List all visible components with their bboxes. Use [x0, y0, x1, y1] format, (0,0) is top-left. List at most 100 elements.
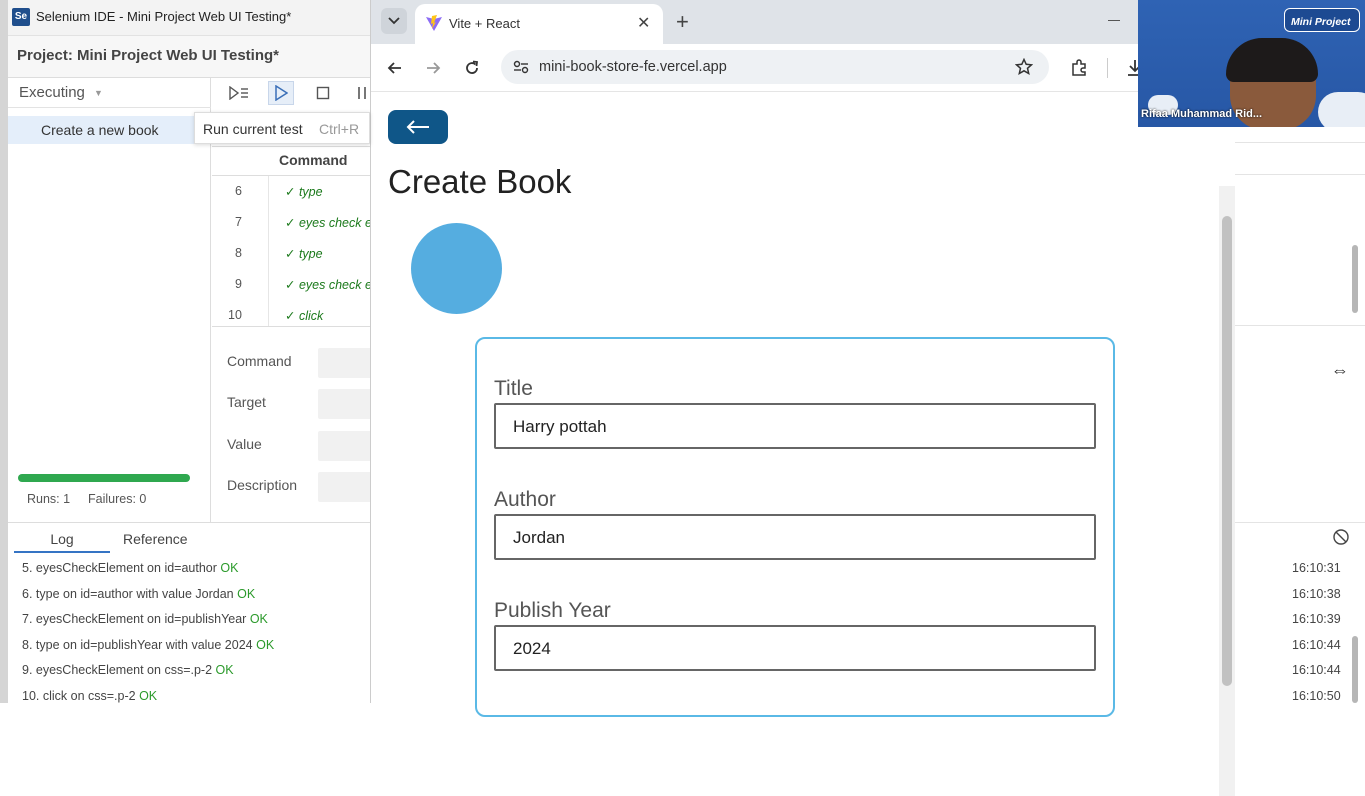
badge-text: Mini Project	[1291, 16, 1351, 28]
chevron-down-icon[interactable]: ▼	[94, 88, 103, 98]
value-field-label: Value	[227, 436, 262, 452]
clear-log-button[interactable]	[1332, 528, 1350, 551]
back-nav-button[interactable]	[383, 56, 407, 80]
value-field[interactable]	[318, 431, 378, 461]
tooltip-text: Run current test	[203, 121, 303, 137]
publish-year-input[interactable]: 2024	[494, 625, 1096, 671]
scrollbar[interactable]	[1352, 245, 1358, 313]
test-item-create-book[interactable]: Create a new book	[8, 116, 211, 144]
run-all-tests-button[interactable]	[226, 81, 252, 105]
log-timestamp: 16:10:31	[1292, 561, 1341, 575]
divider	[1235, 522, 1365, 523]
tab-reference[interactable]: Reference	[123, 531, 188, 547]
page-scrollbar[interactable]	[1219, 186, 1235, 796]
video-call-tile: Mini Project Rifaa Muhammad Rid...	[1138, 0, 1365, 127]
command-field[interactable]	[318, 348, 378, 378]
log-text: 8. type on id=publishYear with value 202…	[22, 638, 253, 652]
tab-log[interactable]: Log	[14, 523, 110, 553]
selenium-ide-window: Se Selenium IDE - Mini Project Web UI Te…	[0, 0, 378, 703]
log-status: OK	[237, 587, 256, 601]
log-entry: 6. type on id=author with value Jordan O…	[22, 587, 255, 601]
log-text: 7. eyesCheckElement on id=publishYear	[22, 612, 247, 626]
log-timestamp: 16:10:39	[1292, 612, 1341, 626]
divider	[1235, 174, 1365, 175]
play-icon	[275, 85, 288, 101]
spinner-circle	[411, 223, 502, 314]
log-text: 6. type on id=author with value Jordan	[22, 587, 234, 601]
log-entry: 7. eyesCheckElement on id=publishYear OK	[22, 612, 268, 626]
back-button[interactable]	[388, 110, 448, 144]
command-row[interactable]: 7 ✓ eyes check el	[212, 207, 375, 238]
command-text: ✓ type	[285, 185, 323, 199]
command-row[interactable]: 8 ✓ type	[212, 238, 372, 269]
command-text: ✓ type	[285, 247, 323, 261]
command-number: 7	[235, 215, 242, 229]
mini-project-badge: Mini Project	[1284, 8, 1360, 32]
run-tooltip: Run current test Ctrl+R	[194, 112, 370, 144]
puzzle-icon	[1072, 59, 1086, 76]
failures-count: Failures: 0	[88, 492, 147, 506]
divider	[8, 107, 211, 108]
forward-nav-button[interactable]	[421, 56, 445, 80]
description-field-label: Description	[227, 477, 298, 493]
command-number: 8	[235, 246, 242, 260]
scrollbar[interactable]	[1352, 636, 1358, 703]
command-number: 6	[235, 184, 242, 198]
stop-button[interactable]	[310, 81, 336, 105]
command-table: Command 6 ✓ type 7 ✓ eyes check el 8 ✓ t…	[212, 146, 375, 327]
project-name: Project: Mini Project Web UI Testing*	[17, 47, 279, 64]
minimize-icon[interactable]	[1108, 20, 1120, 21]
log-timestamp: 16:10:44	[1292, 663, 1341, 677]
title-input[interactable]: Harry pottah	[494, 403, 1096, 449]
run-current-test-button[interactable]	[268, 81, 294, 105]
pause-icon	[358, 87, 366, 99]
bookmark-star-icon[interactable]	[1015, 58, 1033, 76]
command-row[interactable]: 9 ✓ eyes check el	[212, 269, 375, 300]
video-decoration	[1318, 92, 1365, 127]
author-label: Author	[494, 488, 556, 511]
project-bar: Project: Mini Project Web UI Testing*	[8, 36, 372, 78]
log-tabs: Log Reference	[8, 522, 372, 553]
stop-icon	[316, 86, 330, 100]
resize-cursor-icon: ⇔	[1331, 360, 1349, 380]
reload-button[interactable]	[460, 56, 484, 80]
publish-year-input-value: 2024	[513, 639, 551, 658]
book-form: Title Harry pottah Author Jordan Publish…	[475, 337, 1115, 717]
address-bar[interactable]: mini-book-store-fe.vercel.app	[501, 50, 1049, 84]
title-label: Title	[494, 377, 533, 400]
chevron-down-icon	[388, 17, 400, 25]
participant-name: Rifaa Muhammad Rid...	[1141, 108, 1263, 120]
target-field[interactable]	[318, 389, 378, 419]
log-status: OK	[139, 689, 158, 703]
run-progress-bar	[18, 474, 190, 482]
scroll-thumb[interactable]	[1222, 216, 1232, 686]
executing-dropdown[interactable]: Executing	[19, 84, 85, 101]
log-status: OK	[220, 561, 239, 575]
browser-window: Vite + React ✕ + mini-book-store-fe.verc…	[370, 0, 1235, 796]
log-timestamp: 16:10:38	[1292, 587, 1341, 601]
new-tab-button[interactable]: +	[676, 9, 689, 35]
arrow-left-icon	[387, 62, 401, 74]
divider	[1235, 142, 1365, 143]
command-text: ✓ click	[285, 309, 324, 323]
run-all-icon	[229, 86, 248, 100]
command-row[interactable]: 6 ✓ type	[212, 176, 372, 207]
author-input-value: Jordan	[513, 528, 565, 547]
extensions-button[interactable]	[1067, 56, 1091, 80]
author-input[interactable]: Jordan	[494, 514, 1096, 560]
description-field[interactable]	[318, 472, 378, 502]
tab-title: Vite + React	[449, 16, 520, 31]
reload-icon	[466, 60, 479, 74]
selenium-logo-icon: Se	[12, 8, 30, 26]
tab-search-button[interactable]	[381, 8, 407, 34]
ide-toolbar	[212, 78, 372, 108]
browser-tab[interactable]: Vite + React ✕	[415, 4, 663, 44]
navigation-bar: mini-book-store-fe.vercel.app	[371, 44, 1142, 92]
log-status: OK	[249, 612, 268, 626]
page-title: Create Book	[388, 163, 572, 200]
divider	[1107, 58, 1108, 78]
close-icon[interactable]: ✕	[637, 13, 650, 33]
log-text: 9. eyesCheckElement on css=.p-2	[22, 663, 213, 677]
target-field-label: Target	[227, 394, 266, 410]
test-item-label: Create a new book	[41, 122, 159, 138]
